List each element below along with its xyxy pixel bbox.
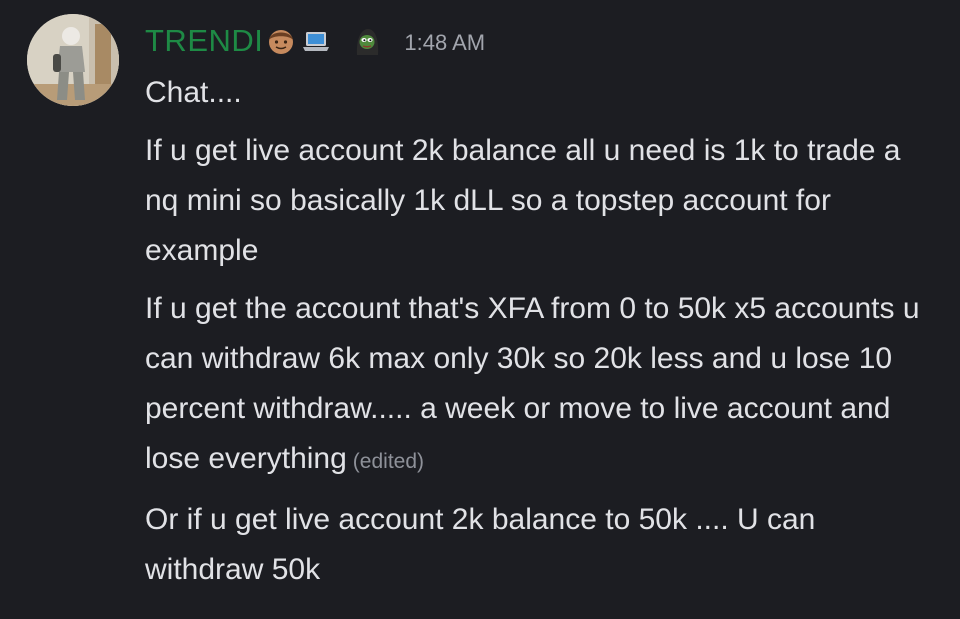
- username[interactable]: TRENDI: [145, 23, 263, 59]
- message-timestamp[interactable]: 1:48 AM: [404, 30, 485, 56]
- message-text[interactable]: If u get the account that's XFA from 0 t…: [145, 284, 925, 487]
- avatar-photo: [27, 14, 119, 106]
- man-medium-skin-tone-emoji: [266, 26, 296, 56]
- message-text[interactable]: Or if u get live account 2k balance to 5…: [145, 495, 925, 595]
- message-list: Chat.... If u get live account 2k balanc…: [145, 68, 925, 595]
- user-avatar[interactable]: [27, 14, 119, 106]
- message-body: Or if u get live account 2k balance to 5…: [145, 503, 816, 586]
- message-body: Chat....: [145, 76, 242, 109]
- message-body: If u get the account that's XFA from 0 t…: [145, 292, 920, 475]
- message-text[interactable]: Chat....: [145, 68, 925, 118]
- laptop-emoji: [301, 26, 331, 56]
- message-header: TRENDI 1:48 AM: [145, 18, 485, 64]
- pepe-hoodie-emoji: [351, 25, 383, 57]
- edited-label: (edited): [352, 450, 424, 473]
- message-body: If u get live account 2k balance all u n…: [145, 134, 901, 267]
- message-text[interactable]: If u get live account 2k balance all u n…: [145, 126, 925, 276]
- chat-message-group: TRENDI 1:48 AM Chat.... If u get live ac…: [0, 0, 960, 619]
